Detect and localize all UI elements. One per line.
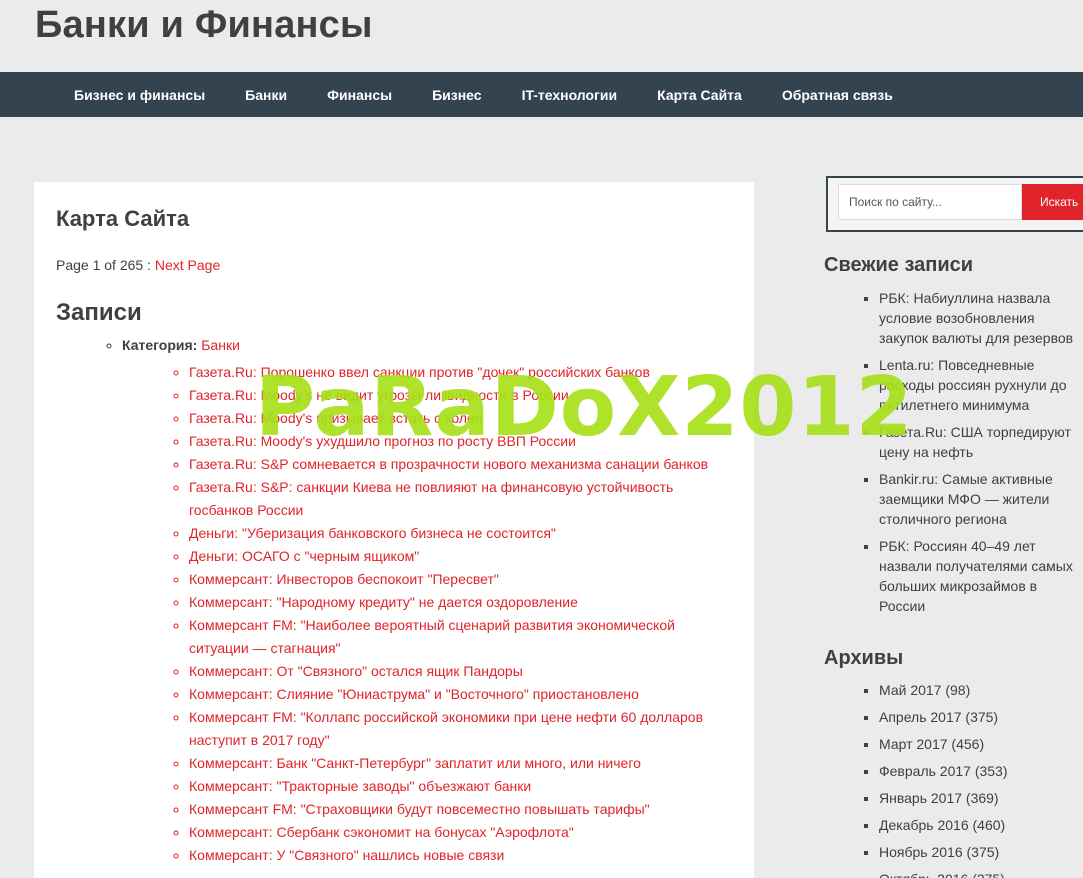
post-link[interactable]: Коммерсант FM: "Страховщики будут повсем… — [189, 798, 732, 821]
archive-link[interactable]: Май 2017 (98) — [879, 680, 1083, 700]
nav-item-sitemap[interactable]: Карта Сайта — [637, 87, 762, 103]
recent-post-link[interactable]: РБК: Россиян 40–49 лет назвали получател… — [879, 536, 1083, 616]
pager: Page 1 of 265 : Next Page — [56, 257, 732, 273]
post-link[interactable]: Коммерсант FM: "Коллапс российской эконо… — [189, 706, 732, 752]
nav-item-banks[interactable]: Банки — [225, 87, 307, 103]
category-list: Категория: Банки Газета.Ru: Порошенко вв… — [56, 337, 732, 867]
post-link[interactable]: Деньги: "Уберизация банковского бизнеса … — [189, 522, 732, 545]
archive-link[interactable]: Март 2017 (456) — [879, 734, 1083, 754]
archive-link[interactable]: Декабрь 2016 (460) — [879, 815, 1083, 835]
recent-post-link[interactable]: РБК: Набиуллина назвала условие возобнов… — [879, 288, 1083, 348]
archive-link[interactable]: Февраль 2017 (353) — [879, 761, 1083, 781]
post-link[interactable]: Газета.Ru: Moody's не видит угрозы ликви… — [189, 384, 732, 407]
category-link[interactable]: Банки — [201, 337, 240, 353]
post-link[interactable]: Газета.Ru: Порошенко ввел санкции против… — [189, 361, 732, 384]
archive-link[interactable]: Январь 2017 (369) — [879, 788, 1083, 808]
nav-item-finance[interactable]: Финансы — [307, 87, 412, 103]
archives-title: Архивы — [824, 647, 904, 669]
post-link[interactable]: Газета.Ru: S&P сомневается в прозрачност… — [189, 453, 732, 476]
search-button[interactable]: Искать — [1022, 184, 1083, 220]
recent-post-link[interactable]: Bankir.ru: Самые активные заемщики МФО —… — [879, 469, 1083, 529]
page-title: Карта Сайта — [56, 206, 190, 231]
post-link[interactable]: Коммерсант: Инвесторов беспокоит "Пересв… — [189, 568, 732, 591]
post-link[interactable]: Деньги: ОСАГО с "черным ящиком" — [189, 545, 732, 568]
search-input[interactable] — [838, 184, 1022, 220]
post-link[interactable]: Коммерсант: Сбербанк сэкономит на бонуса… — [189, 821, 732, 844]
archives-list: Май 2017 (98) Апрель 2017 (375) Март 201… — [824, 680, 1083, 878]
section-title: Записи — [56, 299, 142, 326]
post-link[interactable]: Коммерсант: У "Связного" нашлись новые с… — [189, 844, 732, 867]
archive-link[interactable]: Апрель 2017 (375) — [879, 707, 1083, 727]
archive-link[interactable]: Октябрь 2016 (375) — [879, 869, 1083, 878]
post-link[interactable]: Газета.Ru: S&P: санкции Киева не повлияю… — [189, 476, 732, 522]
post-link[interactable]: Коммерсант: "Народному кредиту" не даетс… — [189, 591, 732, 614]
main-content: Карта Сайта Page 1 of 265 : Next Page За… — [34, 182, 754, 878]
post-link[interactable]: Коммерсант: Слияние "Юниаструма" и "Вост… — [189, 683, 732, 706]
category-label: Категория: — [122, 337, 198, 353]
nav-item-it[interactable]: IT-технологии — [502, 87, 638, 103]
post-link[interactable]: Коммерсант FM: "Наиболее вероятный сцена… — [189, 614, 732, 660]
nav-item-feedback[interactable]: Обратная связь — [762, 87, 913, 103]
recent-posts-list: РБК: Набиуллина назвала условие возобнов… — [824, 288, 1083, 623]
nav-item-business[interactable]: Бизнес — [412, 87, 501, 103]
post-link[interactable]: Коммерсант: Банк "Санкт-Петербург" запла… — [189, 752, 732, 775]
search-form: Искать — [826, 176, 1083, 232]
main-navigation: Бизнес и финансы Банки Финансы Бизнес IT… — [0, 72, 1083, 117]
recent-post-link[interactable]: Lenta.ru: Повседневные расходы россиян р… — [879, 355, 1083, 415]
post-link[interactable]: Коммерсант: От "Связного" остался ящик П… — [189, 660, 732, 683]
pager-text: Page 1 of 265 : — [56, 257, 155, 273]
post-list: Газета.Ru: Порошенко ввел санкции против… — [122, 361, 732, 867]
nav-item-business-finance[interactable]: Бизнес и финансы — [54, 87, 225, 103]
archive-link[interactable]: Ноябрь 2016 (375) — [879, 842, 1083, 862]
post-link[interactable]: Газета.Ru: Moody's призывает встать с ко… — [189, 407, 732, 430]
next-page-link[interactable]: Next Page — [155, 257, 220, 273]
post-link[interactable]: Коммерсант: "Тракторные заводы" объезжаю… — [189, 775, 732, 798]
recent-posts-title: Свежие записи — [824, 254, 974, 276]
category-item: Категория: Банки Газета.Ru: Порошенко вв… — [122, 337, 732, 867]
recent-post-link[interactable]: Газета.Ru: США торпедируют цену на нефть — [879, 422, 1083, 462]
post-link[interactable]: Газета.Ru: Moody's ухудшило прогноз по р… — [189, 430, 732, 453]
site-title[interactable]: Банки и Финансы — [35, 4, 373, 47]
